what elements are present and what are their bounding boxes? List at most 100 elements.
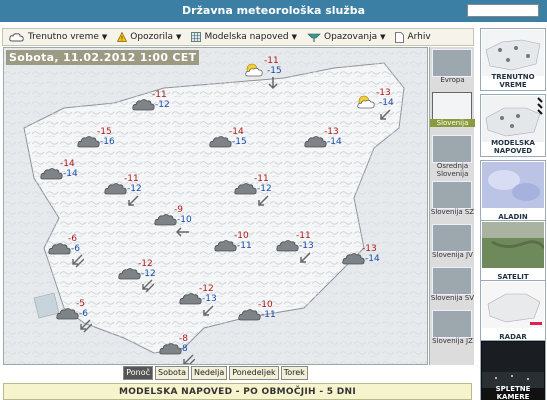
temperature-min: -12 bbox=[155, 100, 170, 110]
station-15[interactable]: -12 -12 bbox=[118, 259, 188, 299]
menu-opozorila[interactable]: ! Opozorila ▼ bbox=[111, 29, 185, 45]
menu-label: Modelska napoved bbox=[204, 32, 289, 42]
region-slovenija-jz[interactable]: Slovenija JZ bbox=[430, 308, 475, 351]
tab-torek[interactable]: Torek bbox=[280, 366, 308, 380]
menu-trenutno-vreme[interactable]: Trenutno vreme ▼ bbox=[3, 29, 111, 45]
region-label: Slovenija JV bbox=[432, 251, 473, 259]
day-tabs: Ponoč Sobota Nedelja Ponedeljek Torek bbox=[3, 366, 428, 380]
tab-sobota[interactable]: Sobota bbox=[155, 366, 189, 380]
document-icon bbox=[395, 31, 405, 43]
panel-trenutno-vreme[interactable]: TRENUTNO VREME bbox=[480, 28, 546, 91]
temperature-max: -13 bbox=[376, 88, 391, 98]
region-thumbnail bbox=[432, 224, 472, 252]
tab-ponedeljek[interactable]: Ponedeljek bbox=[229, 366, 279, 380]
satellite-thumbnail bbox=[482, 222, 544, 268]
wind-arrow-icon bbox=[176, 227, 189, 237]
station-9[interactable]: -11 -12 bbox=[234, 174, 304, 214]
temperature-max: -11 bbox=[124, 174, 139, 184]
temperature-min: -14 bbox=[63, 169, 78, 179]
temperature-min: -10 bbox=[177, 215, 192, 225]
menu-modelska-napoved[interactable]: Modelska napoved ▼ bbox=[185, 29, 301, 45]
panel-label: TRENUTNO VREME bbox=[491, 73, 535, 89]
station-14[interactable]: -13 -14 bbox=[342, 244, 412, 284]
temperature-min: -12 bbox=[127, 184, 142, 194]
station-7[interactable]: -14 -14 bbox=[40, 159, 110, 199]
panel-label: MODELSKA NAPOVED bbox=[491, 139, 535, 155]
tab-ponoc[interactable]: Ponoč bbox=[123, 366, 153, 380]
temperature-min: -13 bbox=[299, 241, 314, 251]
search-input[interactable] bbox=[467, 4, 539, 17]
region-thumbnail bbox=[432, 181, 472, 209]
temperature-min: -14 bbox=[365, 254, 380, 264]
temperature-min: -11 bbox=[261, 310, 276, 320]
chevron-down-icon: ▼ bbox=[176, 33, 182, 41]
region-thumbnail bbox=[432, 49, 472, 77]
product-panels: TRENUTNO VREME MODELSKA NAPOVED ALADIN S… bbox=[478, 28, 547, 400]
wind-arrow-icon bbox=[300, 252, 311, 263]
temperature-min: -13 bbox=[202, 294, 217, 304]
panel-modelska-napoved[interactable]: MODELSKA NAPOVED bbox=[480, 94, 546, 157]
temperature-max: -14 bbox=[60, 159, 75, 169]
menu-label: Arhiv bbox=[407, 32, 431, 42]
svg-text:!: ! bbox=[121, 36, 123, 43]
temperature-max: -11 bbox=[264, 56, 279, 66]
wind-arrow-icon bbox=[203, 305, 214, 316]
wind-arrow-icon bbox=[183, 354, 195, 364]
wind-arrow-icon bbox=[72, 254, 84, 268]
station-2[interactable]: -11 -12 bbox=[132, 90, 202, 130]
temperature-min: -12 bbox=[141, 269, 156, 279]
aladin-model-thumbnail bbox=[482, 162, 544, 208]
region-slovenija-jv[interactable]: Slovenija JV bbox=[430, 222, 475, 265]
temperature-min: -11 bbox=[237, 241, 252, 251]
chevron-down-icon: ▼ bbox=[101, 33, 108, 41]
temperature-max: -9 bbox=[174, 205, 183, 215]
panel-satelit[interactable]: SATELIT bbox=[480, 220, 546, 283]
region-label: Slovenija SZ bbox=[430, 208, 475, 216]
temperature-max: -13 bbox=[324, 127, 339, 137]
temperature-max: -12 bbox=[199, 284, 214, 294]
station-1[interactable]: -11 -15 bbox=[244, 56, 314, 96]
temperature-min: -14 bbox=[379, 98, 394, 108]
forecast-map[interactable]: Sobota, 11.02.2012 1:00 CET -11 -15 -11 -12… bbox=[3, 47, 428, 365]
region-label: Slovenija bbox=[430, 119, 475, 127]
temperature-max: -10 bbox=[258, 300, 273, 310]
station-11[interactable]: -6 -6 bbox=[48, 234, 118, 274]
panel-label: SPLETNE KAMERE bbox=[495, 385, 531, 400]
panel-spletne-kamere[interactable]: SPLETNE KAMERE bbox=[480, 340, 546, 400]
temperature-max: -8 bbox=[179, 334, 188, 344]
panel-radar[interactable]: RADAR bbox=[480, 280, 546, 343]
cloud-outline-icon bbox=[9, 33, 24, 42]
menu-label: Opozorila bbox=[130, 32, 174, 42]
wind-arrow-icon bbox=[380, 109, 391, 120]
temperature-max: -5 bbox=[76, 299, 85, 309]
webcam-thumbnail bbox=[482, 342, 544, 388]
region-label: Slovenija JZ bbox=[432, 337, 473, 345]
warning-triangle-icon: ! bbox=[117, 32, 128, 43]
menu-label: Opazovanja bbox=[323, 32, 378, 42]
tab-nedelja[interactable]: Nedelja bbox=[190, 366, 228, 380]
region-label: Slovenija SV bbox=[430, 294, 475, 302]
panel-aladin[interactable]: ALADIN bbox=[480, 160, 546, 223]
station-12[interactable]: -10 -11 bbox=[214, 231, 284, 271]
wind-arrow-icon bbox=[142, 279, 154, 293]
station-5[interactable]: -14 -15 bbox=[209, 127, 279, 167]
station-19[interactable]: -8 8 bbox=[159, 334, 229, 364]
region-slovenija[interactable]: Slovenija bbox=[430, 90, 475, 133]
temperature-min: -12 bbox=[257, 184, 272, 194]
station-17[interactable]: -5 -6 bbox=[56, 299, 126, 339]
region-slovenija-sz[interactable]: Slovenija SZ bbox=[430, 179, 475, 222]
region-selector: Evropa Slovenija Osrednja Slovenija Slov… bbox=[429, 47, 475, 365]
menu-opazovanja[interactable]: Opazovanja ▼ bbox=[301, 29, 390, 45]
temperature-max: -13 bbox=[362, 244, 377, 254]
menu-arhiv[interactable]: Arhiv bbox=[389, 29, 434, 45]
station-13[interactable]: -11 -13 bbox=[276, 231, 346, 271]
station-18[interactable]: -10 -11 bbox=[238, 300, 308, 340]
region-osrednja-slovenija[interactable]: Osrednja Slovenija bbox=[430, 133, 475, 178]
temperature-max: -12 bbox=[138, 259, 153, 269]
station-6[interactable]: -13 -14 bbox=[304, 127, 374, 167]
wind-arrow-icon bbox=[80, 319, 92, 333]
temperature-min: 8 bbox=[182, 344, 188, 354]
region-evropa[interactable]: Evropa bbox=[430, 47, 475, 90]
station-3[interactable]: -13 -14 bbox=[356, 88, 426, 128]
region-slovenija-sv[interactable]: Slovenija SV bbox=[430, 265, 475, 308]
